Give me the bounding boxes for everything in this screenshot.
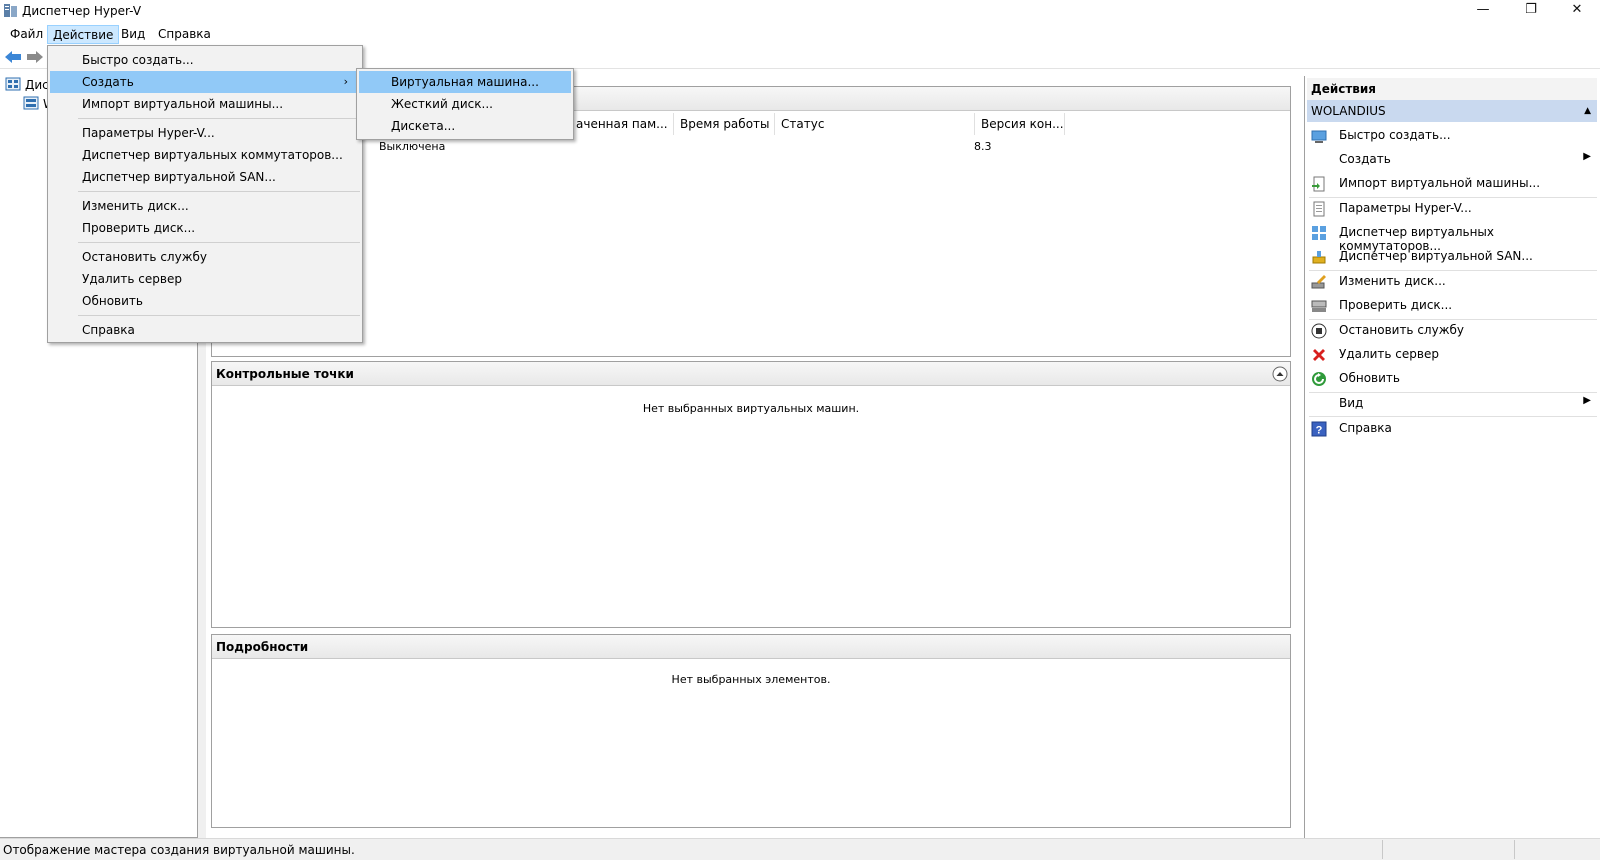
submenu-arrow-icon: ▶ [1583, 395, 1591, 406]
menu-switch-manager[interactable]: Диспетчер виртуальных коммутаторов... [50, 144, 360, 166]
collapse-arrow-icon[interactable]: ▲ [1584, 100, 1591, 122]
menu-edit-disk[interactable]: Изменить диск... [50, 195, 360, 217]
hyper-v-app-icon [4, 4, 17, 17]
action-refresh[interactable]: Обновить [1309, 367, 1597, 391]
edit-disk-icon [1311, 275, 1326, 289]
action-help[interactable]: ? Справка [1309, 417, 1597, 441]
hyper-v-manager-icon [5, 77, 21, 91]
switch-manager-icon [1312, 226, 1326, 240]
action-stop-service[interactable]: Остановить службу [1309, 319, 1597, 343]
action-san-manager[interactable]: Диспетчер виртуальной SAN... [1309, 245, 1597, 269]
menu-view[interactable]: Вид [116, 25, 150, 44]
server-name: WOLANDIUS [1311, 104, 1386, 118]
action-remove-server[interactable]: Удалить сервер [1309, 343, 1597, 367]
separator [78, 315, 360, 316]
settings-icon [1313, 201, 1325, 217]
action-dropdown-menu: Быстро создать... Создать › Импорт вирту… [47, 45, 363, 343]
column-version[interactable]: Версия кон... [975, 113, 1065, 135]
status-divider [1382, 840, 1383, 859]
tree-root-label[interactable]: Дис [25, 78, 49, 92]
column-memory[interactable]: аченная пам... [570, 113, 674, 135]
san-manager-icon [1312, 251, 1326, 264]
column-status[interactable]: Статус [775, 113, 975, 135]
status-divider [1514, 840, 1515, 859]
collapse-icon[interactable] [1272, 366, 1288, 382]
window-title: Диспетчер Hyper-V [22, 4, 142, 18]
action-create[interactable]: Создать ▶ [1309, 148, 1597, 172]
forward-arrow-icon[interactable] [25, 49, 45, 65]
actions-server-band[interactable]: WOLANDIUS ▲ [1307, 100, 1597, 122]
import-icon [1312, 176, 1325, 192]
back-arrow-icon[interactable] [3, 49, 23, 65]
stop-icon [1311, 323, 1327, 339]
menu-stop-service[interactable]: Остановить службу [50, 246, 360, 268]
refresh-icon [1312, 372, 1326, 386]
inspect-disk-icon [1311, 300, 1327, 312]
action-inspect-disk[interactable]: Проверить диск... [1309, 294, 1597, 318]
column-uptime[interactable]: Время работы [674, 113, 775, 135]
menu-new-hard-disk[interactable]: Жесткий диск... [359, 93, 571, 115]
menu-remove-server[interactable]: Удалить сервер [50, 268, 360, 290]
menu-inspect-disk[interactable]: Проверить диск... [50, 217, 360, 239]
details-empty-message: Нет выбранных элементов. [671, 673, 831, 686]
vm-state-cell[interactable]: Выключена [379, 140, 445, 153]
create-submenu: Виртуальная машина... Жесткий диск... Ди… [356, 68, 574, 140]
menu-new-floppy-disk[interactable]: Дискета... [359, 115, 571, 137]
actions-pane: Действия WOLANDIUS ▲ Быстро создать... С… [1304, 76, 1600, 838]
checkpoints-title: Контрольные точки [212, 362, 1290, 386]
svg-text:?: ? [1316, 425, 1323, 437]
quick-create-icon [1311, 130, 1327, 143]
separator [78, 242, 360, 243]
vm-version-cell[interactable]: 8.3 [974, 140, 992, 153]
details-title: Подробности [212, 635, 1290, 659]
menu-import[interactable]: Импорт виртуальной машины... [50, 93, 360, 115]
menu-help[interactable]: Справка [50, 319, 360, 341]
menu-san-manager[interactable]: Диспетчер виртуальной SAN... [50, 166, 360, 188]
action-edit-disk[interactable]: Изменить диск... [1309, 270, 1597, 294]
checkpoints-panel: Контрольные точки Нет выбранных виртуаль… [211, 361, 1291, 628]
server-icon [23, 96, 39, 110]
menu-create[interactable]: Создать › [50, 71, 360, 93]
submenu-arrow-icon: ▶ [1583, 151, 1591, 162]
menu-action[interactable]: Действие [47, 25, 120, 44]
action-quick-create[interactable]: Быстро создать... [1309, 124, 1597, 148]
menu-bar: Файл Действие Вид Справка [0, 23, 1600, 45]
checkpoints-empty-message: Нет выбранных виртуальных машин. [642, 402, 860, 415]
actions-title: Действия [1307, 78, 1597, 100]
menu-hyperv-settings[interactable]: Параметры Hyper-V... [50, 122, 360, 144]
menu-help[interactable]: Справка [153, 25, 216, 44]
action-import[interactable]: Импорт виртуальной машины... [1309, 172, 1597, 196]
menu-refresh[interactable]: Обновить [50, 290, 360, 312]
minimize-button[interactable]: — [1460, 0, 1506, 22]
action-hyperv-settings[interactable]: Параметры Hyper-V... [1309, 197, 1597, 221]
close-button[interactable]: ✕ [1554, 0, 1600, 22]
details-panel: Подробности Нет выбранных элементов. [211, 634, 1291, 828]
status-bar: Отображение мастера создания виртуальной… [0, 838, 1600, 860]
menu-file[interactable]: Файл [5, 25, 48, 44]
remove-icon [1313, 349, 1325, 361]
status-text: Отображение мастера создания виртуальной… [3, 843, 355, 857]
action-view[interactable]: Вид ▶ [1309, 392, 1597, 416]
menu-new-virtual-machine[interactable]: Виртуальная машина... [359, 71, 571, 93]
title-bar: Диспетчер Hyper-V — ❐ ✕ [0, 0, 1600, 22]
restore-button[interactable]: ❐ [1508, 0, 1554, 22]
submenu-arrow-icon: › [343, 75, 348, 88]
separator [78, 191, 360, 192]
separator [78, 118, 360, 119]
help-icon: ? [1311, 421, 1327, 437]
menu-quick-create[interactable]: Быстро создать... [50, 49, 360, 71]
action-switch-manager[interactable]: Диспетчер виртуальных коммутаторов... [1309, 221, 1597, 253]
